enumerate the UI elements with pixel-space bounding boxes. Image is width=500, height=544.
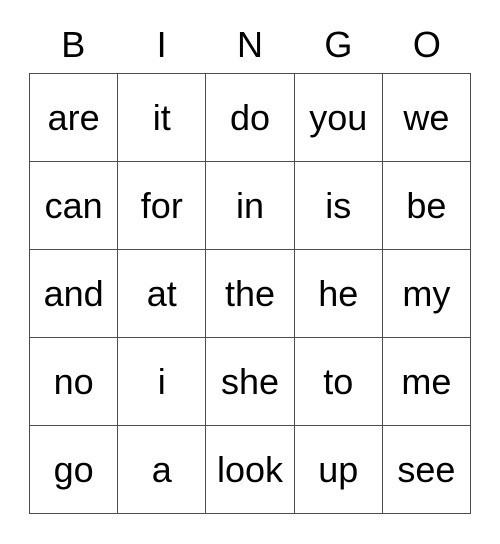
bingo-row: no i she to me [30,338,472,426]
bingo-cell[interactable]: be [382,162,472,250]
bingo-cell[interactable]: me [382,338,472,426]
bingo-cell[interactable]: up [294,426,383,514]
bingo-cell[interactable]: go [30,426,119,514]
bingo-cell-word: do [229,96,271,138]
bingo-cell[interactable]: you [294,74,383,162]
bingo-cell-word: for [140,184,183,226]
bingo-cell[interactable]: we [382,74,472,162]
bingo-cell-word: are [47,96,100,138]
bingo-row: can for in is be [30,162,472,250]
bingo-cell[interactable]: at [118,250,207,338]
bingo-cell-word: you [309,96,368,138]
bingo-cell[interactable]: i [118,338,207,426]
bingo-cell-word: go [53,448,94,490]
bingo-cell[interactable]: and [30,250,119,338]
bingo-cell[interactable]: he [294,250,383,338]
bingo-cell-word: the [224,272,276,314]
bingo-header-row: B I N G O [29,16,471,73]
bingo-cell[interactable]: look [206,426,295,514]
bingo-cell[interactable]: a [118,426,207,514]
bingo-cell[interactable]: is [294,162,383,250]
bingo-cell-word: see [397,448,456,490]
bingo-cell[interactable]: can [30,162,119,250]
bingo-card: B I N G O are it do you we can for in is… [29,16,472,514]
bingo-cell-word: she [220,360,280,402]
bingo-cell[interactable]: it [118,74,207,162]
bingo-cell-word: to [323,360,354,402]
bingo-cell-word: i [157,360,166,402]
bingo-cell-word: is [325,184,352,226]
bingo-row: are it do you we [30,74,472,162]
bingo-cell[interactable]: to [294,338,383,426]
bingo-cell[interactable]: my [382,250,472,338]
bingo-cell[interactable]: no [30,338,119,426]
bingo-cell-word: up [318,448,359,490]
bingo-cell-word: we [403,96,450,138]
bingo-cell-word: can [44,184,103,226]
bingo-header-letter-n: N [237,23,264,65]
bingo-cell[interactable]: do [206,74,295,162]
bingo-cell-word: be [406,184,447,226]
bingo-cell[interactable]: in [206,162,295,250]
bingo-cell-word: my [402,272,451,314]
bingo-cell-word: he [318,272,359,314]
bingo-cell[interactable]: see [382,426,472,514]
bingo-cell-word: in [235,184,265,226]
bingo-grid: are it do you we can for in is be and at… [29,73,472,514]
bingo-row: go a look up see [30,426,472,514]
bingo-cell-word: at [146,272,177,314]
bingo-cell-word: look [216,448,284,490]
bingo-cell-word: and [43,272,104,314]
bingo-cell[interactable]: are [30,74,119,162]
bingo-cell-word: it [152,96,171,138]
bingo-cell[interactable]: for [118,162,207,250]
bingo-cell-word: me [401,360,452,402]
bingo-header-letter-o: O [412,23,441,65]
bingo-cell[interactable]: she [206,338,295,426]
bingo-cell[interactable]: the [206,250,295,338]
bingo-header-letter-g: G [324,23,353,65]
bingo-row: and at the he my [30,250,472,338]
bingo-header-letter-i: I [156,23,167,65]
bingo-header-letter-b: B [61,23,86,65]
bingo-cell-word: a [151,448,172,490]
bingo-cell-word: no [53,360,94,402]
